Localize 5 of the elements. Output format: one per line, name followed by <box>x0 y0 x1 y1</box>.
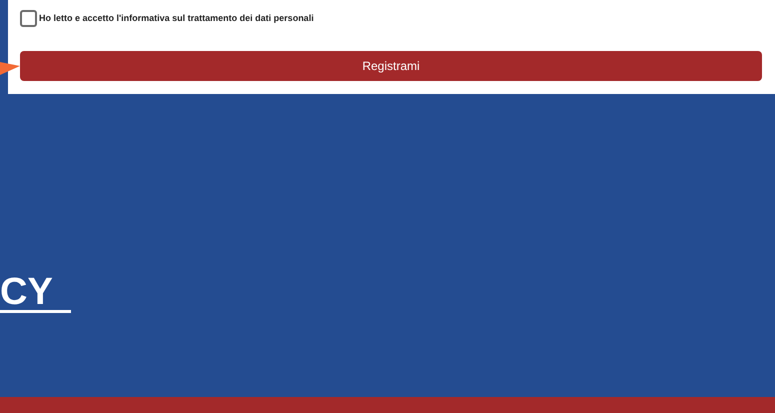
consent-label: Ho letto e accetto l'informativa sul trattamento dei dati personali <box>39 14 314 23</box>
checkbox[interactable] <box>20 10 37 27</box>
arrow-icon <box>0 62 20 75</box>
section-heading: CY <box>0 274 71 313</box>
register-button[interactable]: Registrami <box>20 51 762 81</box>
